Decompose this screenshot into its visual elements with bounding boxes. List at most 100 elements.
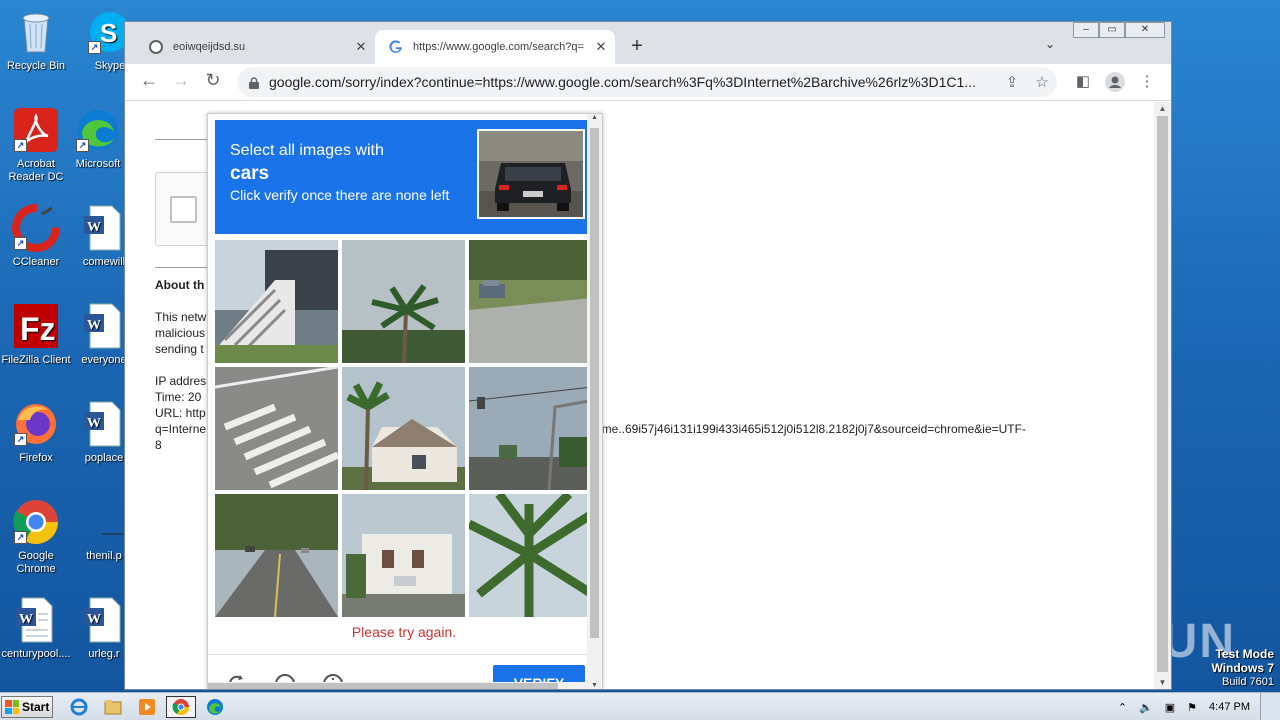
divider <box>155 139 215 140</box>
edge-taskbar-icon[interactable] <box>200 696 230 718</box>
bookmark-star-icon[interactable]: ☆ <box>1027 73 1057 91</box>
test-mode-notice: Test Mode Windows 7 Build 7601 <box>1211 648 1274 689</box>
url-query-end: 8 <box>155 438 162 452</box>
desktop-icon-label: Recycle Bin <box>6 60 66 72</box>
image-tile-7[interactable] <box>215 494 338 617</box>
desktop-icon-filezilla[interactable]: Fz FileZilla Client <box>0 302 74 367</box>
svg-text:W: W <box>87 220 101 235</box>
challenge-scrollbar[interactable]: ▲ ▼ <box>587 114 602 689</box>
scrollbar-thumb[interactable] <box>1157 116 1168 672</box>
url-query-tail: ome..69i57j46i131i199i433i465i512j0i512l… <box>595 422 1026 436</box>
challenge-hscrollbar[interactable] <box>208 682 588 689</box>
image-tile-9[interactable] <box>469 494 592 617</box>
share-icon[interactable]: ⇪ <box>997 73 1027 91</box>
page-content: About th This netw malicious sending t I… <box>125 102 1155 689</box>
test-mode-line1: Test Mode <box>1215 647 1274 661</box>
start-label: Start <box>22 700 50 714</box>
desktop-icon-chrome[interactable]: ↗ Google Chrome <box>0 498 74 576</box>
tray-expand-icon[interactable]: ⌃ <box>1118 701 1127 714</box>
desktop-icon-label: Google Chrome <box>16 550 56 575</box>
forward-arrow-icon[interactable]: → <box>169 70 193 91</box>
profile-avatar-icon[interactable] <box>1103 72 1127 96</box>
show-desktop-button[interactable] <box>1260 693 1280 720</box>
about-heading: About th <box>155 278 205 292</box>
ie-taskbar-icon[interactable] <box>64 696 94 718</box>
scroll-down-arrow-icon[interactable]: ▼ <box>1154 678 1171 687</box>
system-tray: ⌃ 🔈 ▣ ⚑ 4:47 PM <box>1112 693 1280 720</box>
challenge-subtext: Click verify once there are none left <box>230 187 450 203</box>
restore-button[interactable]: ▭ <box>1099 22 1125 38</box>
svg-text:S: S <box>100 18 117 48</box>
side-panel-icon[interactable]: ◧ <box>1071 72 1095 90</box>
time-label: Time: 20 <box>155 390 202 404</box>
image-tile-6[interactable] <box>469 367 592 490</box>
tab-google-search[interactable]: https://www.google.com/search?q= ✕ <box>375 30 615 64</box>
svg-text:W: W <box>87 318 101 333</box>
explorer-taskbar-icon[interactable] <box>98 696 128 718</box>
chrome-taskbar-icon[interactable] <box>166 696 196 718</box>
start-button[interactable]: Start <box>1 696 53 718</box>
windows-logo-icon <box>5 700 19 714</box>
google-g-icon <box>389 40 403 54</box>
new-tab-button[interactable]: + <box>625 35 649 59</box>
recaptcha-checkbox[interactable] <box>170 196 197 223</box>
image-tile-4[interactable] <box>215 367 338 490</box>
shortcut-arrow-icon: ↗ <box>14 531 27 544</box>
shortcut-arrow-icon: ↗ <box>14 433 27 446</box>
test-mode-line3: Build 7601 <box>1222 676 1274 688</box>
challenge-target: cars <box>230 163 270 184</box>
recaptcha-anchor <box>155 172 215 246</box>
minimize-button[interactable]: – <box>1073 22 1099 38</box>
globe-icon <box>149 40 163 54</box>
chrome-icon: ↗ <box>12 498 60 546</box>
taskbar: Start ⌃ 🔈 ▣ ⚑ 4:47 PM <box>0 692 1280 720</box>
action-center-flag-icon[interactable]: ⚑ <box>1187 701 1197 714</box>
para1-line3: sending t <box>155 342 204 356</box>
word-doc-icon: W <box>12 596 60 644</box>
desktop-icon-ccleaner[interactable]: ↗ CCleaner <box>0 204 74 269</box>
tab-eoiwqeijdsd[interactable]: eoiwqeijdsd.su ✕ <box>135 30 375 64</box>
chrome-window: eoiwqeijdsd.su ✕ https://www.google.com/… <box>124 21 1172 690</box>
close-window-button[interactable]: ✕ <box>1125 22 1165 38</box>
image-tile-1[interactable] <box>215 240 338 363</box>
back-arrow-icon[interactable]: ← <box>137 70 161 91</box>
desktop-icon-recycle-bin[interactable]: Recycle Bin <box>0 8 74 73</box>
clock[interactable]: 4:47 PM <box>1209 701 1250 713</box>
blank-doc-icon <box>80 498 128 546</box>
volume-icon[interactable]: 🔈 <box>1139 701 1153 714</box>
window-controls: – ▭ ✕ <box>1073 22 1165 38</box>
menu-kebab-icon[interactable]: ⋮ <box>1135 72 1159 90</box>
scrollbar-thumb[interactable] <box>590 128 599 638</box>
browser-toolbar: ← → ↻ google.com/sorry/index?continue=ht… <box>125 64 1171 101</box>
desktop-icon-centurypool[interactable]: W centurypool.... <box>0 596 74 661</box>
image-tile-8[interactable] <box>342 494 465 617</box>
desktop-icon-label: CCleaner <box>12 256 60 268</box>
tab-search-button[interactable]: ⌄ <box>1045 37 1055 51</box>
ip-address-label: IP addres <box>155 374 207 388</box>
sample-car-image <box>477 129 585 219</box>
reload-icon[interactable]: ↻ <box>201 70 225 91</box>
scroll-up-arrow-icon[interactable]: ▲ <box>1154 104 1171 113</box>
image-tile-2[interactable] <box>342 240 465 363</box>
page-scrollbar[interactable]: ▲ ▼ <box>1154 102 1171 689</box>
close-tab-icon[interactable]: ✕ <box>591 39 611 55</box>
recaptcha-challenge: Select all images with cars Click verify… <box>207 113 603 689</box>
firefox-icon: ↗ <box>12 400 60 448</box>
desktop-icon-firefox[interactable]: ↗ Firefox <box>0 400 74 465</box>
shortcut-arrow-icon: ↗ <box>14 139 27 152</box>
url-query-line: q=Interne <box>155 422 207 436</box>
desktop-icon-label: FileZilla Client <box>1 354 71 366</box>
network-icon[interactable]: ▣ <box>1165 701 1175 714</box>
scroll-up-arrow-icon[interactable]: ▲ <box>587 114 602 121</box>
media-player-taskbar-icon[interactable] <box>132 696 162 718</box>
address-bar[interactable]: google.com/sorry/index?continue=https://… <box>237 67 1057 97</box>
scroll-down-arrow-icon[interactable]: ▼ <box>587 682 602 689</box>
word-doc-icon: W <box>80 204 128 252</box>
image-tile-3[interactable] <box>469 240 592 363</box>
image-tile-5[interactable] <box>342 367 465 490</box>
svg-text:W: W <box>19 612 33 627</box>
scrollbar-thumb[interactable] <box>208 683 558 689</box>
close-tab-icon[interactable]: ✕ <box>351 39 371 55</box>
para1-line2: malicious <box>155 326 206 340</box>
word-doc-icon: W <box>80 302 128 350</box>
